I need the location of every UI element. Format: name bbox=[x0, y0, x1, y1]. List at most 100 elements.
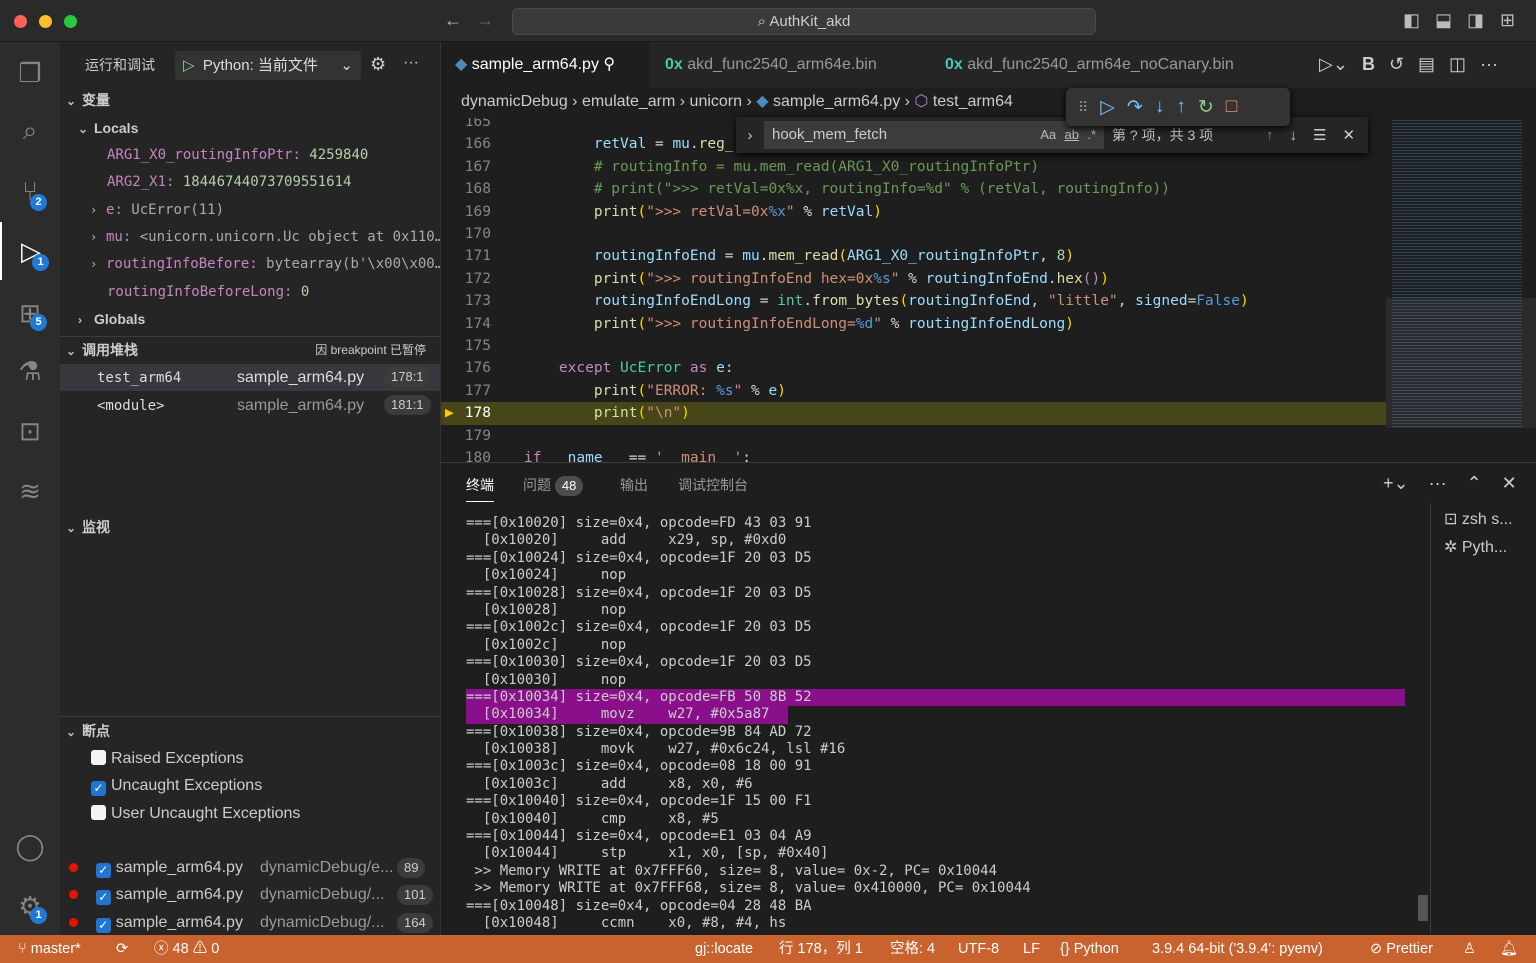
language-status[interactable]: {} Python bbox=[1060, 935, 1119, 963]
breadcrumb-item[interactable]: sample_arm64.py bbox=[773, 93, 900, 110]
testing-icon[interactable]: ⚗ bbox=[0, 342, 60, 400]
indentation-status[interactable]: 空格: 4 bbox=[890, 935, 935, 963]
step-over-icon[interactable]: ↷ bbox=[1127, 96, 1143, 119]
locals-scope[interactable]: ⌄ Locals bbox=[60, 115, 440, 142]
restart-icon[interactable]: ↻ bbox=[1198, 96, 1214, 119]
exception-breakpoint[interactable]: User Uncaught Exceptions bbox=[60, 800, 440, 827]
account-icon[interactable]: ◯ bbox=[0, 817, 60, 875]
source-control-icon[interactable]: ⑂ 2 bbox=[0, 162, 60, 220]
file-binary-icon[interactable]: ▤ bbox=[1418, 54, 1435, 75]
more-actions-icon[interactable]: ··· bbox=[1480, 54, 1498, 75]
problems-status[interactable]: ⓧ 48 ⚠ 0 bbox=[154, 935, 219, 963]
toggle-panel-icon[interactable]: ⬓ bbox=[1435, 10, 1452, 31]
notifications-bell-icon[interactable]: 🔔︎ bbox=[1500, 935, 1518, 963]
breakpoint-item[interactable]: ✓ sample_arm64.py dynamicDebug/e... 89 bbox=[60, 854, 440, 881]
tab-terminal[interactable]: 终端 bbox=[466, 475, 494, 502]
terminal-output[interactable]: ===[0x10020] size=0x4, opcode=FD 43 03 9… bbox=[466, 515, 1405, 932]
drag-handle-icon[interactable]: ⠿ bbox=[1078, 99, 1088, 116]
exception-breakpoint[interactable]: ✓ Uncaught Exceptions bbox=[60, 772, 440, 799]
breakpoint-item[interactable]: ✓ sample_arm64.py dynamicDebug/... 101 bbox=[60, 881, 440, 908]
terminal-instance-zsh[interactable]: ⊡ zsh s... bbox=[1444, 509, 1513, 529]
stop-icon[interactable]: □ bbox=[1226, 96, 1237, 118]
breakpoints-section-header[interactable]: ⌄ 断点 bbox=[60, 718, 440, 745]
gear-icon[interactable]: ⚙ bbox=[370, 54, 386, 75]
locate-status[interactable]: gj::locate bbox=[695, 935, 753, 963]
extensions-icon[interactable]: ⊞ 5 bbox=[0, 284, 60, 342]
step-out-icon[interactable]: ↑ bbox=[1176, 96, 1186, 118]
step-into-icon[interactable]: ↓ bbox=[1155, 96, 1165, 118]
split-editor-icon[interactable]: ◫ bbox=[1449, 54, 1466, 75]
encoding-status[interactable]: UTF-8 bbox=[958, 935, 999, 963]
breakpoint-item[interactable]: ✓ sample_arm64.py dynamicDebug/... 164 bbox=[60, 909, 440, 936]
prettier-status[interactable]: ⊘ Prettier bbox=[1370, 935, 1433, 963]
breadcrumb-item[interactable]: unicorn bbox=[690, 93, 742, 110]
launch-config-select[interactable]: ▷ Python: 当前文件 ⌄ bbox=[175, 51, 361, 80]
match-case-toggle[interactable]: Aa bbox=[1040, 121, 1056, 149]
new-terminal-icon[interactable]: +⌄ bbox=[1383, 473, 1409, 494]
breadcrumb-item[interactable]: dynamicDebug bbox=[461, 93, 568, 110]
back-arrow-icon[interactable]: ← bbox=[444, 10, 462, 31]
exception-breakpoint[interactable]: Raised Exceptions bbox=[60, 745, 440, 772]
close-panel-icon[interactable]: ✕ bbox=[1502, 473, 1517, 494]
run-debug-icon[interactable]: ▷ 1 bbox=[0, 222, 60, 280]
minimap[interactable] bbox=[1386, 118, 1536, 462]
terminal-icon[interactable]: ⊡ bbox=[0, 402, 60, 460]
minimize-window-button[interactable] bbox=[39, 15, 52, 28]
globals-scope[interactable]: › Globals bbox=[60, 306, 440, 333]
find-input[interactable]: hook_mem_fetch Aa ab .* bbox=[764, 121, 1104, 149]
current-breakpoint-icon[interactable]: ▶ bbox=[445, 402, 454, 424]
code-editor[interactable]: 165 166 retVal = mu.reg_ 167 # routingInfo… bbox=[441, 118, 1386, 462]
checkbox[interactable]: ✓ bbox=[91, 781, 106, 797]
more-actions-icon[interactable]: ··· bbox=[1429, 473, 1447, 494]
branch-status[interactable]: ⑂ master* bbox=[18, 935, 81, 963]
variables-section-header[interactable]: ⌄ 变量 bbox=[60, 87, 440, 114]
gear-icon[interactable]: ⚙ 1 bbox=[0, 877, 60, 935]
explorer-icon[interactable]: ❐ bbox=[0, 44, 60, 102]
tab-problems[interactable]: 问题 48 bbox=[523, 475, 584, 496]
run-icon[interactable]: ▷⌄ bbox=[1319, 54, 1348, 75]
callstack-frame[interactable]: test_arm64 sample_arm64.py 178:1 bbox=[60, 364, 440, 391]
eol-status[interactable]: LF bbox=[1023, 935, 1040, 963]
find-in-selection-icon[interactable]: ☰ bbox=[1313, 126, 1326, 144]
continue-icon[interactable]: ▷ bbox=[1100, 96, 1115, 119]
tab-debug-console[interactable]: 调试控制台 bbox=[678, 475, 748, 495]
account-feedback-icon[interactable]: ♙ bbox=[1463, 935, 1476, 963]
variable-item[interactable]: ARG2_X1: 18446744073709551614 bbox=[60, 169, 440, 196]
checkbox[interactable] bbox=[91, 750, 106, 765]
more-actions-icon[interactable]: ··· bbox=[403, 54, 419, 72]
interpreter-status[interactable]: 3.9.4 64-bit ('3.9.4': pyenv) bbox=[1152, 935, 1323, 963]
toggle-sidebar-icon[interactable]: ◧ bbox=[1403, 10, 1420, 31]
variable-item[interactable]: › mu: <unicorn.unicorn.Uc object at 0x110… bbox=[60, 224, 440, 251]
history-icon[interactable]: ↺ bbox=[1389, 54, 1404, 75]
next-match-icon[interactable]: ↓ bbox=[1290, 127, 1298, 144]
variable-item[interactable]: › e: UcError(11) bbox=[60, 197, 440, 224]
remote-icon[interactable]: ≋ bbox=[0, 462, 60, 520]
checkbox[interactable] bbox=[91, 804, 106, 820]
checkbox[interactable]: ✓ bbox=[95, 890, 111, 906]
variable-item[interactable]: › routingInfoBefore: bytearray(b'\x00\x00… bbox=[60, 251, 440, 278]
checkbox[interactable]: ✓ bbox=[95, 917, 111, 933]
terminal-scrollbar[interactable] bbox=[1418, 895, 1428, 921]
tab-sample-arm64[interactable]: ◆ sample_arm64.py ⚲ bbox=[441, 42, 649, 88]
tab-bin-file[interactable]: 0x akd_func2540_arm64e.bin bbox=[651, 42, 891, 88]
customize-layout-icon[interactable]: ⊞ bbox=[1500, 10, 1515, 31]
tab-bin-nocanary-file[interactable]: 0x akd_func2540_arm64e_noCanary.bin bbox=[931, 42, 1248, 88]
tab-output[interactable]: 输出 bbox=[620, 475, 648, 495]
cursor-position[interactable]: 行 178，列 1 bbox=[779, 935, 863, 963]
close-icon[interactable]: ✕ bbox=[1342, 126, 1355, 144]
breadcrumb-item[interactable]: emulate_arm bbox=[582, 93, 675, 110]
sync-icon[interactable]: ⟳ bbox=[116, 935, 128, 963]
bold-icon[interactable]: B bbox=[1362, 54, 1375, 75]
maximize-panel-icon[interactable]: ⌃ bbox=[1467, 473, 1482, 494]
previous-match-icon[interactable]: ↑ bbox=[1266, 127, 1274, 144]
variable-item[interactable]: routingInfoBeforeLong: 0 bbox=[60, 279, 440, 306]
variable-item[interactable]: ARG1_X0_routingInfoPtr: 4259840 bbox=[60, 142, 440, 169]
terminal-instance-python[interactable]: ✲ Pyth... bbox=[1444, 537, 1507, 557]
breadcrumb-item[interactable]: test_arm64 bbox=[933, 93, 1013, 110]
callstack-section-header[interactable]: ⌄ 调用堆栈因 breakpoint 已暂停 bbox=[60, 337, 440, 364]
forward-arrow-icon[interactable]: → bbox=[476, 10, 494, 31]
close-window-button[interactable] bbox=[14, 15, 27, 28]
play-icon[interactable]: ▷ bbox=[183, 57, 195, 74]
command-center-search[interactable]: ⌕ AuthKit_akd bbox=[512, 8, 1096, 35]
callstack-frame[interactable]: <module> sample_arm64.py 181:1 bbox=[60, 392, 440, 419]
